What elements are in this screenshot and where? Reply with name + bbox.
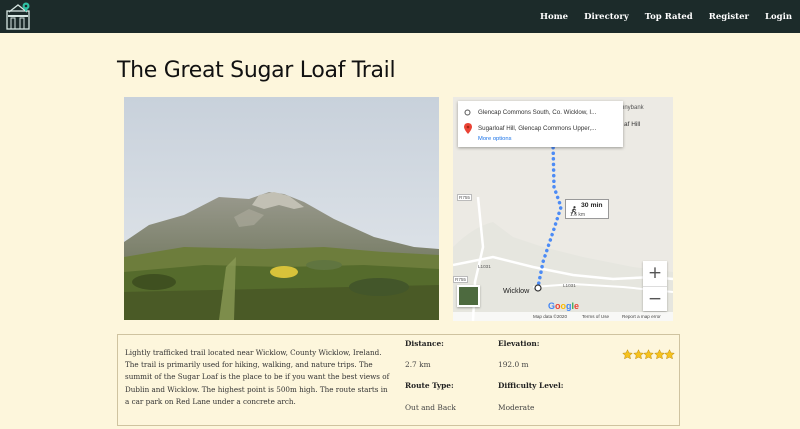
trail-info-panel: Lightly trafficked trail located near Wi… — [117, 334, 680, 426]
map-footer: Map data ©2020 Terms of Use Report a map… — [453, 312, 673, 321]
route-type-label: Route Type: — [405, 381, 454, 390]
destination-pin-icon — [464, 123, 472, 136]
star-icon — [653, 345, 665, 360]
distance-value: 2.7 km — [405, 360, 431, 369]
origin-circle-icon — [464, 109, 471, 118]
duration-box: 30 min 1.6 km — [565, 199, 609, 219]
report-error-link[interactable]: Report a map error — [622, 314, 661, 319]
route-map[interactable]: nnybank af Hill R755 R755 L1031 L1031 Gl… — [453, 97, 673, 321]
navbar: Home Directory Top Rated Register Login — [0, 0, 800, 33]
nav-links: Home Directory Top Rated Register Login — [524, 0, 792, 33]
trail-description: Lightly trafficked trail located near Wi… — [125, 348, 390, 406]
zoom-controls: + − — [643, 261, 667, 311]
nav-directory[interactable]: Directory — [584, 12, 629, 22]
difficulty-value: Moderate — [498, 403, 535, 412]
zoom-out-button[interactable]: − — [643, 286, 667, 311]
elevation-value: 192.0 m — [498, 360, 529, 369]
duration-distance: 1.6 km — [570, 212, 586, 218]
nav-register[interactable]: Register — [709, 12, 749, 22]
star-icon — [643, 345, 654, 360]
map-peak-label: af Hill — [624, 121, 641, 128]
rating-stars — [622, 345, 675, 360]
walking-icon — [570, 202, 578, 215]
duration-time: 30 min — [581, 202, 603, 209]
elevation-label: Elevation: — [498, 339, 540, 348]
map-road-r755-bottom: R755 — [453, 276, 468, 283]
route-type-value: Out and Back — [405, 403, 456, 412]
nav-top-rated[interactable]: Top Rated — [645, 12, 693, 22]
map-place-label: Wicklow — [503, 286, 530, 295]
trail-photo — [124, 97, 439, 320]
map-road-l1031b: L1031 — [563, 283, 576, 288]
zoom-in-button[interactable]: + — [643, 261, 667, 286]
origin-text: Glencap Commons South, Co. Wicklow, I... — [478, 109, 597, 116]
distance-label: Distance: — [405, 339, 444, 348]
satellite-toggle-button[interactable] — [457, 285, 480, 307]
star-icon — [622, 345, 633, 360]
map-data-credit: Map data ©2020 — [533, 314, 568, 319]
map-area-label: nnybank — [621, 105, 644, 111]
terms-link[interactable]: Terms of Use — [582, 314, 609, 319]
star-icon — [632, 345, 644, 360]
nav-login[interactable]: Login — [765, 12, 792, 22]
map-road-l1031: L1031 — [478, 264, 491, 269]
nav-home[interactable]: Home — [540, 12, 568, 22]
logo-icon[interactable] — [6, 1, 32, 31]
google-logo: Google — [548, 301, 580, 311]
directions-card[interactable]: Glencap Commons South, Co. Wicklow, I...… — [458, 101, 623, 147]
difficulty-label: Difficulty Level: — [498, 381, 564, 390]
destination-text: Sugarloaf Hill, Glencap Commons Upper,..… — [478, 125, 597, 132]
more-options-link[interactable]: More options — [478, 136, 512, 142]
star-icon — [664, 345, 675, 360]
page-title: The Great Sugar Loaf Trail — [117, 58, 396, 83]
map-road-r755-top: R755 — [457, 194, 472, 201]
